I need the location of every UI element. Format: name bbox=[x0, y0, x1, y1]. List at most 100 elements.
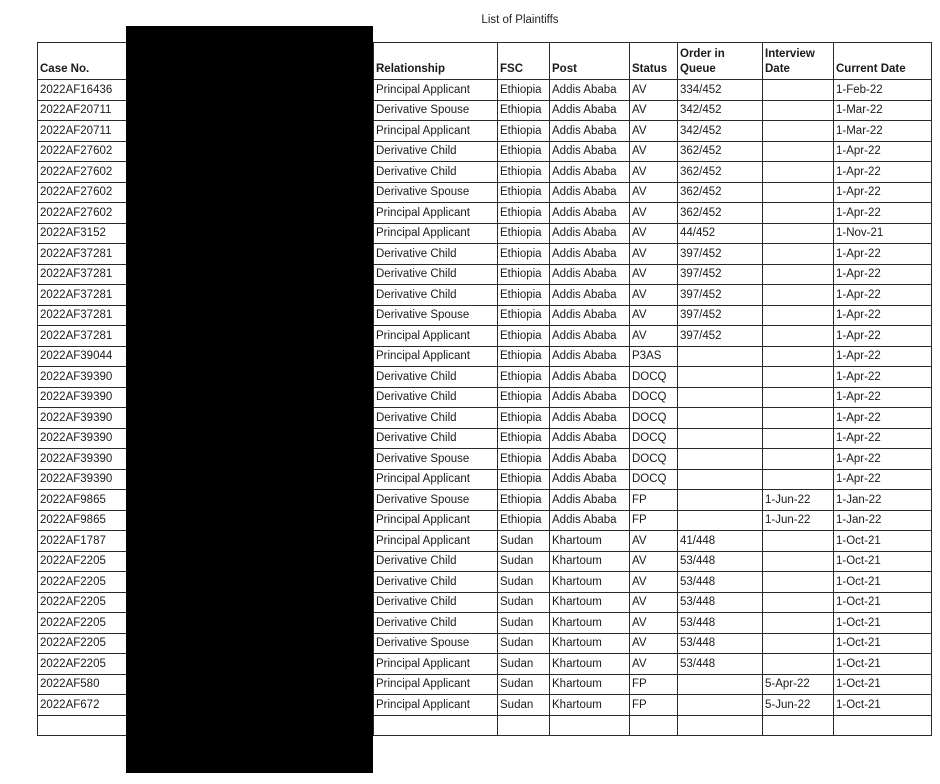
cell-relationship: Derivative Child bbox=[373, 612, 498, 634]
cell-status: AV bbox=[629, 612, 678, 634]
cell-relationship: Derivative Child bbox=[373, 550, 498, 572]
cell-current-date: 1-Oct-21 bbox=[833, 694, 932, 716]
cell-status: FP bbox=[629, 489, 678, 511]
cell-fsc: Ethiopia bbox=[497, 468, 550, 490]
cell-interview-date bbox=[762, 325, 834, 347]
cell-order-in-queue: 53/448 bbox=[677, 653, 763, 675]
cell-fsc: Sudan bbox=[497, 591, 550, 613]
cell-post: Addis Ababa bbox=[549, 325, 630, 347]
cell-post: Khartoum bbox=[549, 571, 630, 593]
cell-fsc: Ethiopia bbox=[497, 202, 550, 224]
cell-post: Addis Ababa bbox=[549, 304, 630, 326]
cell-current-date: 1-Oct-21 bbox=[833, 612, 932, 634]
cell-order-in-queue: 53/448 bbox=[677, 612, 763, 634]
cell-status: AV bbox=[629, 530, 678, 552]
cell-post: Addis Ababa bbox=[549, 345, 630, 367]
cell-current-date: 1-Oct-21 bbox=[833, 550, 932, 572]
cell-order-in-queue: 342/452 bbox=[677, 99, 763, 121]
cell-interview-date bbox=[762, 366, 834, 388]
cell-interview-date bbox=[762, 427, 834, 449]
header-post: Post bbox=[549, 42, 630, 80]
cell-order-in-queue: 53/448 bbox=[677, 632, 763, 654]
cell-status bbox=[629, 714, 678, 736]
cell-fsc: Ethiopia bbox=[497, 79, 550, 101]
cell-post: Addis Ababa bbox=[549, 366, 630, 388]
cell-case-no: 2022AF39390 bbox=[37, 386, 127, 408]
cell-case-no: 2022AF20711 bbox=[37, 120, 127, 142]
cell-current-date: 1-Oct-21 bbox=[833, 673, 932, 695]
cell-fsc: Ethiopia bbox=[497, 304, 550, 326]
cell-interview-date bbox=[762, 202, 834, 224]
cell-case-no: 2022AF27602 bbox=[37, 161, 127, 183]
cell-status: AV bbox=[629, 99, 678, 121]
cell-order-in-queue bbox=[677, 427, 763, 449]
cell-relationship: Derivative Child bbox=[373, 263, 498, 285]
cell-fsc: Sudan bbox=[497, 632, 550, 654]
cell-fsc: Ethiopia bbox=[497, 181, 550, 203]
cell-case-no: 2022AF2205 bbox=[37, 571, 127, 593]
cell-current-date: 1-Feb-22 bbox=[833, 79, 932, 101]
cell-case-no: 2022AF1787 bbox=[37, 530, 127, 552]
cell-fsc: Ethiopia bbox=[497, 448, 550, 470]
cell-case-no: 2022AF580 bbox=[37, 673, 127, 695]
cell-current-date: 1-Oct-21 bbox=[833, 530, 932, 552]
cell-status: AV bbox=[629, 653, 678, 675]
cell-relationship: Principal Applicant bbox=[373, 509, 498, 531]
cell-interview-date: 1-Jun-22 bbox=[762, 509, 834, 531]
cell-post: Khartoum bbox=[549, 550, 630, 572]
cell-order-in-queue: 334/452 bbox=[677, 79, 763, 101]
cell-order-in-queue bbox=[677, 345, 763, 367]
cell-relationship: Derivative Child bbox=[373, 366, 498, 388]
cell-post: Addis Ababa bbox=[549, 222, 630, 244]
cell-current-date: 1-Jan-22 bbox=[833, 509, 932, 531]
cell-current-date: 1-Apr-22 bbox=[833, 243, 932, 265]
cell-order-in-queue bbox=[677, 366, 763, 388]
cell-current-date: 1-Apr-22 bbox=[833, 407, 932, 429]
cell-post: Addis Ababa bbox=[549, 386, 630, 408]
cell-fsc: Sudan bbox=[497, 694, 550, 716]
cell-post: Khartoum bbox=[549, 694, 630, 716]
cell-order-in-queue bbox=[677, 386, 763, 408]
cell-post: Addis Ababa bbox=[549, 509, 630, 531]
cell-interview-date bbox=[762, 407, 834, 429]
cell-status: DOCQ bbox=[629, 427, 678, 449]
cell-current-date: 1-Apr-22 bbox=[833, 140, 932, 162]
cell-relationship: Principal Applicant bbox=[373, 673, 498, 695]
cell-relationship: Derivative Spouse bbox=[373, 489, 498, 511]
cell-post: Addis Ababa bbox=[549, 263, 630, 285]
cell-post: Addis Ababa bbox=[549, 79, 630, 101]
header-current-date: Current Date bbox=[833, 42, 932, 80]
cell-case-no: 2022AF2205 bbox=[37, 612, 127, 634]
cell-interview-date bbox=[762, 79, 834, 101]
cell-case-no: 2022AF20711 bbox=[37, 99, 127, 121]
cell-relationship: Principal Applicant bbox=[373, 468, 498, 490]
cell-relationship: Derivative Child bbox=[373, 571, 498, 593]
cell-current-date: 1-Apr-22 bbox=[833, 366, 932, 388]
cell-interview-date bbox=[762, 550, 834, 572]
cell-interview-date: 1-Jun-22 bbox=[762, 489, 834, 511]
cell-fsc: Ethiopia bbox=[497, 222, 550, 244]
cell-case-no: 2022AF2205 bbox=[37, 653, 127, 675]
cell-order-in-queue: 397/452 bbox=[677, 325, 763, 347]
cell-case-no: 2022AF16436 bbox=[37, 79, 127, 101]
cell-post: Addis Ababa bbox=[549, 99, 630, 121]
cell-status: DOCQ bbox=[629, 407, 678, 429]
cell-fsc: Ethiopia bbox=[497, 140, 550, 162]
header-relationship: Relationship bbox=[373, 42, 498, 80]
cell-relationship: Principal Applicant bbox=[373, 325, 498, 347]
cell-fsc: Ethiopia bbox=[497, 407, 550, 429]
cell-interview-date bbox=[762, 120, 834, 142]
cell-relationship bbox=[373, 714, 498, 736]
cell-current-date: 1-Apr-22 bbox=[833, 325, 932, 347]
cell-fsc: Ethiopia bbox=[497, 489, 550, 511]
cell-post: Addis Ababa bbox=[549, 407, 630, 429]
cell-fsc: Sudan bbox=[497, 550, 550, 572]
cell-post: Khartoum bbox=[549, 530, 630, 552]
cell-case-no: 2022AF39390 bbox=[37, 427, 127, 449]
cell-status: AV bbox=[629, 202, 678, 224]
cell-status: AV bbox=[629, 550, 678, 572]
cell-current-date: 1-Apr-22 bbox=[833, 202, 932, 224]
cell-interview-date bbox=[762, 99, 834, 121]
cell-order-in-queue bbox=[677, 694, 763, 716]
cell-current-date: 1-Jan-22 bbox=[833, 489, 932, 511]
